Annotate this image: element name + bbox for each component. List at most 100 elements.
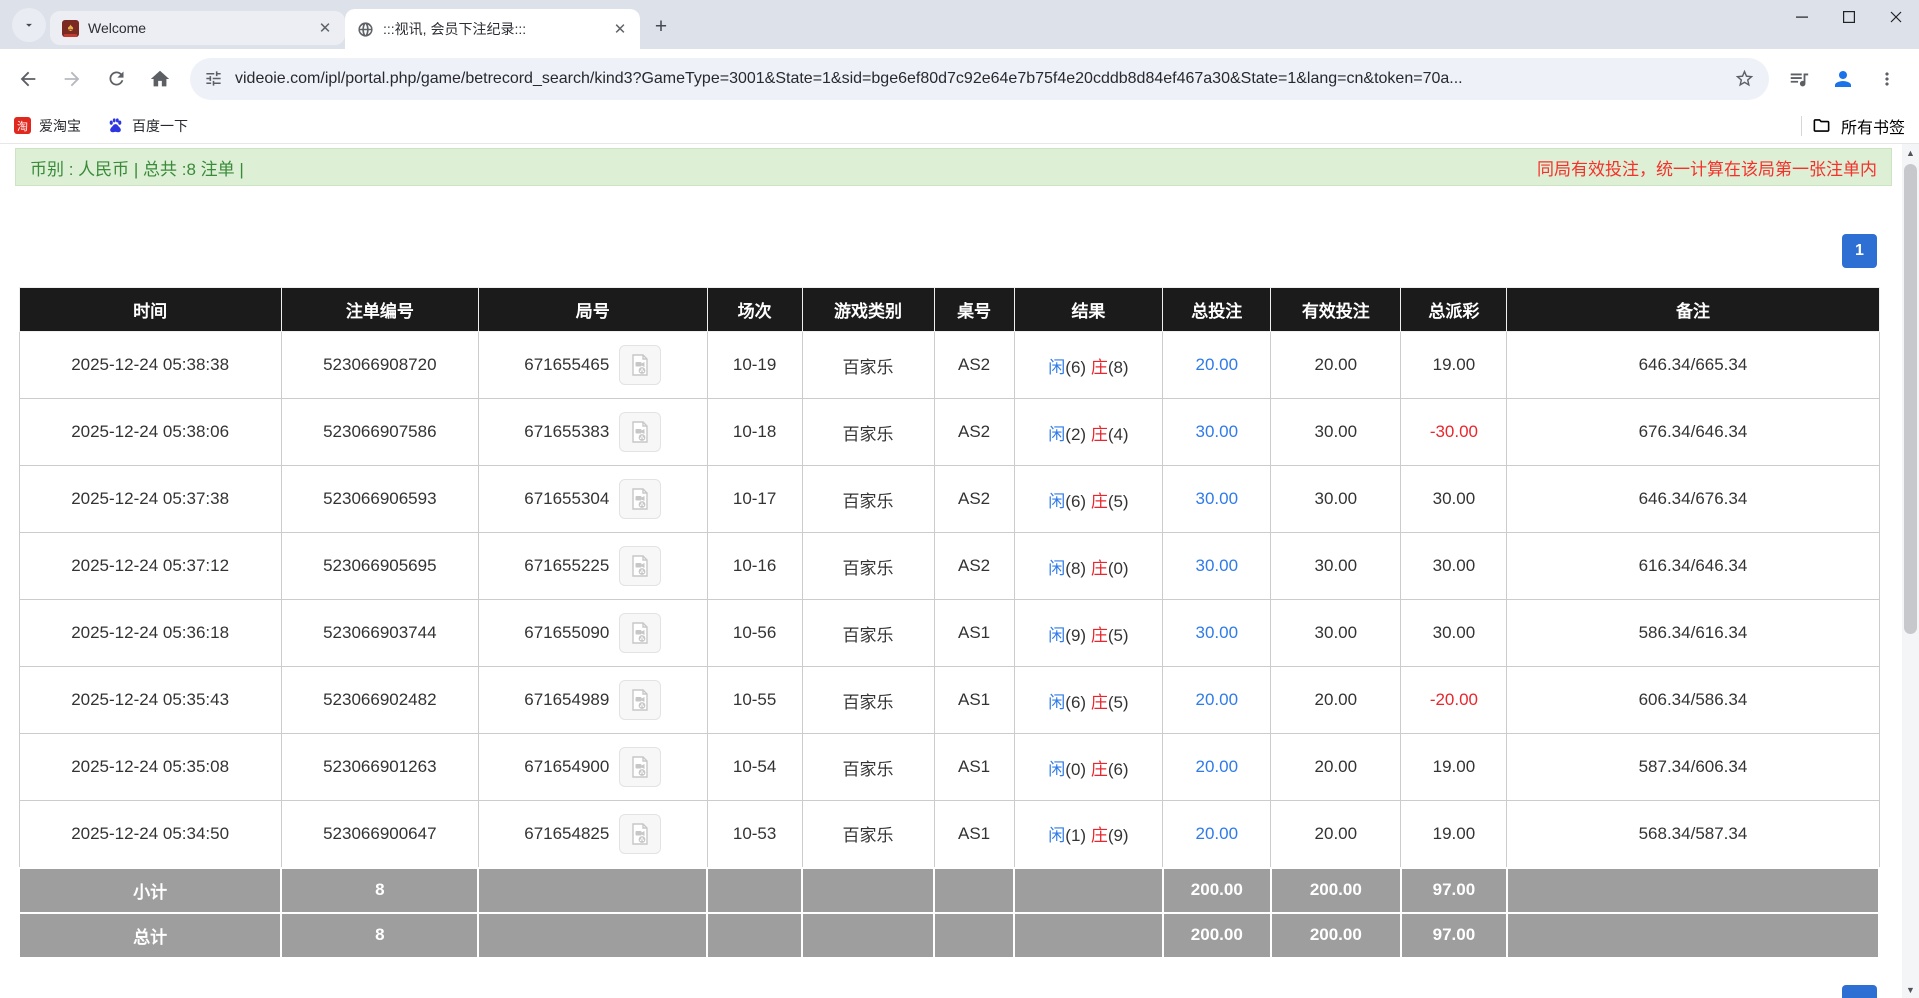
cell-total-bet[interactable]: 30.00 [1163,399,1271,466]
player-score: (0) [1065,760,1086,779]
empty [707,913,802,958]
video-record-icon [628,688,652,712]
cell-remark: 676.34/646.34 [1507,399,1879,466]
player-label: 闲 [1048,693,1065,712]
tab-search-button[interactable] [12,8,46,42]
pagination-bottom-partial[interactable] [1842,985,1877,998]
cell-payout: 30.00 [1401,533,1507,600]
cell-total-bet[interactable]: 20.00 [1163,332,1271,399]
cell-total-bet[interactable]: 20.00 [1163,667,1271,734]
round-number: 671654989 [524,690,609,710]
scrollbar-thumb[interactable] [1904,164,1917,634]
round-video-button[interactable] [619,747,661,787]
all-bookmarks[interactable]: 所有书签 [1801,114,1905,138]
cell-bet-id: 523066902482 [281,667,478,734]
cell-time: 2025-12-24 05:38:38 [19,332,281,399]
round-video-button[interactable] [619,613,661,653]
tab-close-icon[interactable]: ✕ [315,18,335,38]
all-bookmarks-label: 所有书签 [1841,114,1905,138]
cell-total-bet[interactable]: 30.00 [1163,533,1271,600]
site-info-icon[interactable] [204,69,223,88]
empty [707,868,802,913]
cell-total-bet[interactable]: 30.00 [1163,600,1271,667]
banker-score: (5) [1108,626,1129,645]
round-video-button[interactable] [619,345,661,385]
column-header: 备注 [1507,288,1879,332]
cell-round: 671654825 [478,801,707,868]
cell-game-type: 百家乐 [802,399,934,466]
home-button[interactable] [140,59,180,99]
footer-label: 小计 [19,868,281,913]
scroll-down-arrow[interactable]: ▼ [1902,981,1919,998]
cell-game-type: 百家乐 [802,466,934,533]
url-text[interactable]: videoie.com/ipl/portal.php/game/betrecor… [235,70,1722,88]
video-record-icon [628,621,652,645]
tab-welcome[interactable]: ♠ Welcome ✕ [50,11,345,45]
address-bar[interactable]: videoie.com/ipl/portal.php/game/betrecor… [190,58,1769,100]
page-1-button[interactable]: 1 [1842,234,1877,268]
round-video-button[interactable] [619,814,661,854]
empty [1507,868,1879,913]
banker-label: 庄 [1091,626,1108,645]
bookmark-aitaobao[interactable]: 淘 爱淘宝 [14,116,81,136]
cell-time: 2025-12-24 05:35:43 [19,667,281,734]
back-button[interactable] [8,59,48,99]
player-label: 闲 [1048,492,1065,511]
round-video-button[interactable] [619,680,661,720]
bookmark-baidu[interactable]: 百度一下 [107,116,188,136]
table-row: 2025-12-24 05:35:08523066901263671654900… [19,734,1879,801]
tab-close-icon[interactable]: ✕ [610,19,630,39]
cell-round: 671655225 [478,533,707,600]
bookmark-star-icon[interactable] [1734,68,1755,89]
scroll-up-arrow[interactable]: ▲ [1902,144,1919,161]
menu-button[interactable] [1867,59,1907,99]
maximize-button[interactable] [1825,0,1872,34]
forward-button[interactable] [52,59,92,99]
close-window-button[interactable] [1872,0,1919,34]
media-controls-button[interactable] [1779,59,1819,99]
player-label: 闲 [1048,826,1065,845]
table-row: 2025-12-24 05:37:12523066905695671655225… [19,533,1879,600]
table-row: 2025-12-24 05:38:06523066907586671655383… [19,399,1879,466]
new-tab-button[interactable]: + [646,11,676,41]
profile-avatar[interactable] [1823,59,1863,99]
video-record-icon [628,822,652,846]
empty [934,913,1014,958]
cell-bet-id: 523066901263 [281,734,478,801]
banker-score: (9) [1108,826,1129,845]
cell-remark: 568.34/587.34 [1507,801,1879,868]
tab-strip: ♠ Welcome ✕ :::视讯, 会员下注纪录::: ✕ + [0,0,1919,49]
cell-game-type: 百家乐 [802,667,934,734]
subtotal-row: 小计8200.00200.0097.00 [19,868,1879,913]
cell-result: 闲(6) 庄(5) [1014,667,1163,734]
round-video-button[interactable] [619,479,661,519]
cell-result: 闲(6) 庄(8) [1014,332,1163,399]
cell-total-bet[interactable]: 20.00 [1163,734,1271,801]
table-row: 2025-12-24 05:37:38523066906593671655304… [19,466,1879,533]
minimize-button[interactable] [1778,0,1825,34]
cell-total-bet[interactable]: 20.00 [1163,801,1271,868]
vertical-scrollbar[interactable]: ▲ ▼ [1902,144,1919,998]
pagination-top: 1 [0,234,1877,268]
tab-betrecord[interactable]: :::视讯, 会员下注纪录::: ✕ [345,9,640,49]
cell-session: 10-54 [707,734,802,801]
cell-time: 2025-12-24 05:34:50 [19,801,281,868]
divider [1801,116,1802,136]
bet-record-table: 时间注单编号局号场次游戏类别桌号结果总投注有效投注总派彩备注 2025-12-2… [18,287,1880,959]
cell-remark: 586.34/616.34 [1507,600,1879,667]
cell-result: 闲(6) 庄(5) [1014,466,1163,533]
player-score: (6) [1065,358,1086,377]
banker-score: (0) [1108,559,1129,578]
round-video-button[interactable] [619,546,661,586]
person-icon [1831,67,1855,91]
taobao-icon: 淘 [14,117,31,134]
player-score: (6) [1065,693,1086,712]
table-row: 2025-12-24 05:38:38523066908720671655465… [19,332,1879,399]
cell-session: 10-56 [707,600,802,667]
refresh-button[interactable] [96,59,136,99]
cell-table-no: AS1 [934,734,1014,801]
cell-bet-id: 523066907586 [281,399,478,466]
round-video-button[interactable] [619,412,661,452]
cell-total-bet[interactable]: 30.00 [1163,466,1271,533]
banker-score: (4) [1108,425,1129,444]
